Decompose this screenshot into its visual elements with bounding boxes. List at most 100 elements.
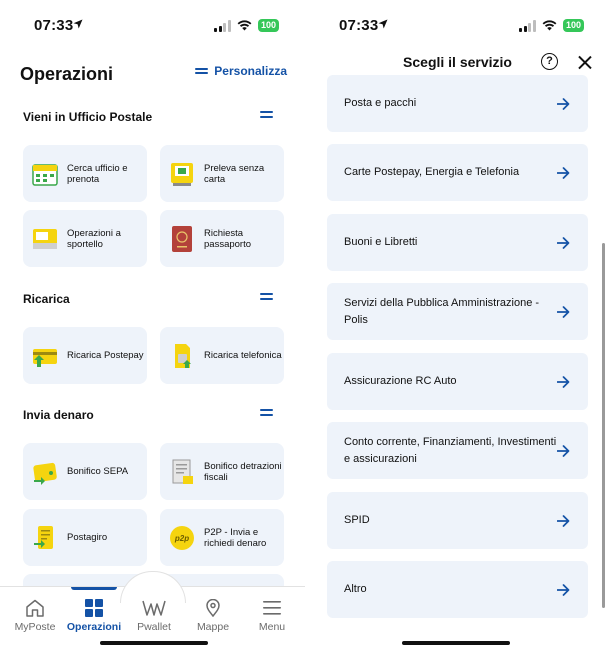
- scegli-servizio-screen: 07:33 100 Scegli il servizio ? Posta e p…: [305, 0, 610, 655]
- section-title-ricarica: Ricarica: [23, 292, 70, 306]
- wallet-icon: [33, 462, 57, 485]
- tile-label: P2P - Invia e richiedi denaro: [204, 526, 267, 549]
- active-tab-indicator: [71, 587, 117, 590]
- tile-label: Preleva senza carta: [204, 162, 265, 185]
- service-label: Altro: [344, 583, 367, 595]
- close-icon[interactable]: [578, 55, 592, 69]
- tab-menu[interactable]: Menu: [242, 599, 302, 633]
- passport-icon: [172, 225, 192, 252]
- service-item-carte[interactable]: Carte Postepay, Energia e Telefonia: [327, 144, 588, 201]
- arrow-right-icon: [557, 236, 570, 249]
- help-button[interactable]: ?: [541, 53, 558, 70]
- home-icon: [26, 599, 44, 617]
- service-item-altro[interactable]: Altro: [327, 561, 588, 618]
- cellular-signal-icon: [519, 19, 536, 32]
- tile-label: Cerca ufficio e prenota: [67, 162, 128, 185]
- tab-label: Operazioni: [66, 621, 122, 633]
- counter-icon: [33, 228, 57, 249]
- svg-text:p2p: p2p: [174, 534, 189, 543]
- wifi-icon: [237, 20, 252, 31]
- location-arrow-icon: [73, 19, 83, 29]
- tile-postagiro[interactable]: Postagiro: [23, 509, 147, 566]
- service-item-posta[interactable]: Posta e pacchi: [327, 75, 588, 132]
- cellular-signal-icon: [214, 19, 231, 32]
- section-collapse-ricarica[interactable]: [260, 293, 273, 300]
- tile-bonifico-detrazioni[interactable]: Bonifico detrazioni fiscali: [160, 443, 284, 500]
- arrow-right-icon: [557, 97, 570, 110]
- status-time: 07:33: [339, 17, 379, 34]
- tile-p2p[interactable]: p2p P2P - Invia e richiedi denaro: [160, 509, 284, 566]
- customize-icon: [195, 68, 209, 74]
- bottom-tab-bar: MyPoste Operazioni Pwallet Mappe Menu: [0, 571, 305, 655]
- tile-cerca-ufficio[interactable]: Cerca ufficio e prenota: [23, 145, 147, 202]
- section-title-ufficio: Vieni in Ufficio Postale: [23, 110, 153, 124]
- service-label: Servizi della Pubblica Amministrazione -…: [344, 296, 540, 326]
- sim-icon: [175, 343, 191, 368]
- tab-operazioni[interactable]: Operazioni: [64, 599, 124, 633]
- service-label: Conto corrente, Finanziamenti, Investime…: [344, 435, 557, 465]
- tile-ricarica-postepay[interactable]: Ricarica Postepay: [23, 327, 147, 384]
- battery-indicator: 100: [562, 19, 584, 32]
- service-label: Posta e pacchi: [344, 97, 417, 109]
- service-item-spid[interactable]: SPID: [327, 492, 588, 549]
- tab-label: Pwallet: [137, 621, 171, 633]
- arrow-right-icon: [557, 305, 570, 318]
- home-indicator: [402, 641, 510, 645]
- battery-indicator: 100: [257, 19, 279, 32]
- service-item-polis[interactable]: Servizi della Pubblica Amministrazione -…: [327, 283, 588, 340]
- tile-label: Postagiro: [67, 532, 108, 543]
- tile-label: Bonifico SEPA: [67, 466, 129, 477]
- tab-label: Menu: [258, 621, 286, 633]
- tile-preleva[interactable]: Preleva senza carta: [160, 145, 284, 202]
- operazioni-screen: 07:33 100 Operazioni Personalizza Vieni …: [0, 0, 305, 655]
- personalizza-button[interactable]: Personalizza: [195, 64, 287, 78]
- tab-pwallet[interactable]: Pwallet: [124, 599, 184, 633]
- arrow-right-icon: [557, 514, 570, 527]
- tile-label: Richiesta passaporto: [204, 227, 252, 250]
- page-title: Operazioni: [20, 64, 114, 84]
- status-bar: 07:33 100: [305, 0, 610, 50]
- tile-operazioni-sportello[interactable]: Operazioni a sportello: [23, 210, 147, 267]
- card-topup-icon: [33, 348, 57, 367]
- calendar-icon: [32, 163, 58, 186]
- section-collapse-ufficio[interactable]: [260, 111, 273, 118]
- location-arrow-icon: [378, 19, 388, 29]
- status-bar: 07:33 100: [0, 0, 305, 50]
- tile-label: Bonifico detrazioni fiscali: [204, 460, 282, 483]
- section-title-invia-denaro: Invia denaro: [23, 408, 94, 422]
- modal-title: Scegli il servizio: [403, 54, 512, 70]
- tile-label: Ricarica telefonica: [204, 350, 282, 361]
- service-label: Buoni e Libretti: [344, 236, 418, 248]
- tile-passaporto[interactable]: Richiesta passaporto: [160, 210, 284, 267]
- arrow-right-icon: [557, 166, 570, 179]
- grid-icon: [85, 599, 103, 617]
- service-label: SPID: [344, 514, 370, 526]
- service-label: Carte Postepay, Energia e Telefonia: [344, 166, 520, 178]
- arrow-right-icon: [557, 583, 570, 596]
- tile-ricarica-telefonica[interactable]: Ricarica telefonica: [160, 327, 284, 384]
- tab-mappe[interactable]: Mappe: [183, 599, 243, 633]
- home-indicator: [100, 641, 208, 645]
- service-item-conto[interactable]: Conto corrente, Finanziamenti, Investime…: [327, 422, 588, 479]
- service-item-buoni[interactable]: Buoni e Libretti: [327, 214, 588, 271]
- service-label: Assicurazione RC Auto: [344, 375, 457, 387]
- arrow-right-icon: [557, 444, 570, 457]
- receipt-icon: [172, 459, 193, 484]
- scrollbar[interactable]: [602, 243, 605, 608]
- map-pin-icon: [206, 599, 220, 617]
- wallet-logo-icon: [142, 600, 166, 616]
- status-time: 07:33: [34, 17, 74, 34]
- tile-label: Ricarica Postepay: [67, 350, 144, 361]
- tile-label: Operazioni a sportello: [67, 227, 121, 250]
- p2p-icon: p2p: [170, 525, 194, 550]
- wifi-icon: [542, 20, 557, 31]
- menu-icon: [263, 601, 281, 615]
- service-item-rc-auto[interactable]: Assicurazione RC Auto: [327, 353, 588, 410]
- tab-label: MyPoste: [14, 621, 56, 633]
- tab-myposte[interactable]: MyPoste: [5, 599, 65, 633]
- tab-label: Mappe: [196, 621, 230, 633]
- arrow-right-icon: [557, 375, 570, 388]
- tile-bonifico-sepa[interactable]: Bonifico SEPA: [23, 443, 147, 500]
- atm-icon: [171, 162, 193, 186]
- section-collapse-invia-denaro[interactable]: [260, 409, 273, 416]
